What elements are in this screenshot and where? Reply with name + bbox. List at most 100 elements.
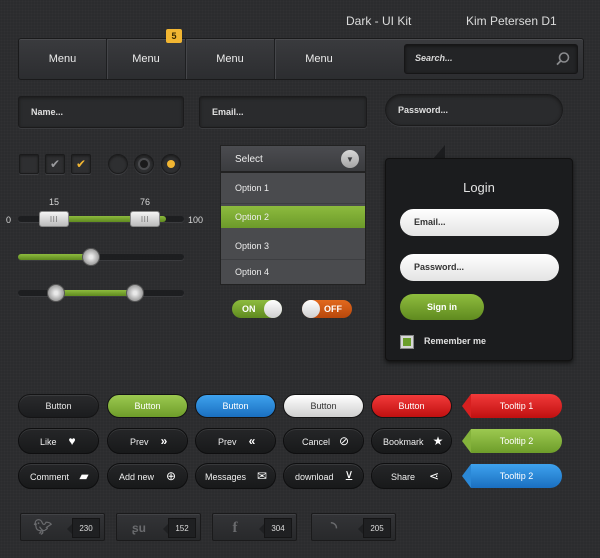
login-title: Login (463, 180, 495, 195)
download-label: download (295, 472, 334, 482)
nav-menu-label: Menu (48, 53, 77, 65)
select-option[interactable]: Option 3 (221, 235, 365, 257)
toggle-knob (302, 300, 320, 318)
dual-slider-knob-left[interactable] (47, 284, 65, 302)
radio-dot (140, 160, 148, 168)
stumbleupon-counter[interactable]: ʂu 152 (116, 513, 201, 541)
button-green[interactable]: Button (107, 394, 188, 418)
checkbox-empty[interactable] (19, 154, 39, 174)
comment-label: Comment (30, 472, 70, 482)
nav-menu-2[interactable]: Menu 5 (107, 29, 186, 79)
login-email-input[interactable] (414, 217, 544, 227)
option-divider (221, 203, 365, 204)
remember-label: Remember me (424, 336, 487, 346)
single-slider-knob[interactable] (82, 248, 100, 266)
nav-menu-3[interactable]: Menu (186, 39, 275, 79)
select-option[interactable]: Option 4 (221, 261, 365, 283)
download-icon: ⊻ (344, 469, 354, 483)
stumbleupon-count: 152 (163, 518, 196, 538)
login-password-input[interactable] (414, 262, 544, 272)
nav-menu-1[interactable]: Menu (19, 39, 107, 79)
email-field (199, 96, 367, 128)
bookmark-button[interactable]: Bookmark ★ (371, 428, 452, 454)
select-dropdown[interactable]: Select ▼ (220, 145, 366, 172)
like-button[interactable]: Like ♥ (18, 428, 99, 454)
sign-in-button[interactable]: Sign in (400, 294, 484, 320)
single-slider-track (18, 254, 184, 260)
select-label: Select (235, 154, 263, 165)
facebook-counter[interactable]: f 304 (212, 513, 297, 541)
button-blue[interactable]: Button (195, 394, 276, 418)
single-slider-fill (18, 254, 90, 260)
chevron-down-icon: ▼ (341, 150, 359, 168)
share-button[interactable]: Share ⋖ (371, 463, 452, 489)
kit-title: Dark - UI Kit (346, 14, 412, 28)
slider-high-value: 76 (140, 197, 151, 207)
name-field (18, 96, 184, 128)
nav-menu-4[interactable]: Menu (275, 39, 363, 79)
password-input[interactable] (398, 105, 538, 115)
range-handle-low[interactable]: III (39, 211, 69, 227)
toggle-off[interactable]: OFF (302, 300, 352, 318)
remember-checkbox[interactable] (400, 335, 414, 349)
tooltip-red: Tooltip 1 (462, 394, 562, 418)
rss-icon: ◝ (331, 519, 337, 536)
bookmark-label: Bookmark (383, 437, 424, 447)
select-option[interactable]: Option 1 (221, 177, 365, 199)
dual-slider-fill (56, 290, 136, 296)
add-new-label: Add new (119, 472, 155, 482)
radio-selected-yellow[interactable] (161, 154, 181, 174)
name-input[interactable] (31, 107, 171, 117)
cancel-button[interactable]: Cancel ⊘ (283, 428, 364, 454)
dual-slider-knob-right[interactable] (126, 284, 144, 302)
email-input[interactable] (212, 107, 352, 117)
messages-label: Messages (205, 472, 247, 482)
check-icon: ✔ (75, 157, 87, 171)
search-input[interactable] (415, 53, 545, 63)
select-option-active[interactable]: Option 2 (221, 206, 365, 228)
rss-count: 205 (358, 518, 391, 538)
share-icon: ⋖ (428, 469, 440, 483)
star-icon: ★ (432, 434, 444, 448)
toggle-on-label: ON (242, 304, 256, 314)
remember-check-mark (403, 338, 411, 346)
button-red[interactable]: Button (371, 394, 452, 418)
login-password-field (400, 254, 559, 281)
comment-icon: ▰ (79, 469, 89, 483)
messages-button[interactable]: Messages ✉ (195, 463, 276, 489)
radio-empty[interactable] (108, 154, 128, 174)
facebook-icon: f (232, 520, 238, 536)
toggle-knob (264, 300, 282, 318)
like-label: Like (40, 437, 57, 447)
heart-icon: ♥ (68, 434, 76, 448)
slider-max-label: 100 (188, 215, 204, 225)
rss-counter[interactable]: ◝ 205 (311, 513, 396, 541)
checkbox-checked-grey[interactable]: ✔ (45, 154, 65, 174)
prev-back-button[interactable]: Prev « (195, 428, 276, 454)
add-new-button[interactable]: Add new ⊕ (107, 463, 188, 489)
search-box (404, 44, 578, 74)
double-chevron-left-icon: « (248, 434, 256, 448)
search-icon[interactable] (555, 51, 571, 67)
toggle-on[interactable]: ON (232, 300, 282, 318)
download-button[interactable]: download ⊻ (283, 463, 364, 489)
password-field (385, 94, 563, 126)
comment-button[interactable]: Comment ▰ (18, 463, 99, 489)
button-white[interactable]: Button (283, 394, 364, 418)
radio-selected-grey[interactable] (134, 154, 154, 174)
range-handle-high[interactable]: III (130, 211, 160, 227)
check-icon: ✔ (49, 157, 61, 171)
slider-min-label: 0 (6, 215, 12, 225)
twitter-counter[interactable]: 🐦︎ 230 (20, 513, 105, 541)
facebook-count: 304 (259, 518, 292, 538)
author-name: Kim Petersen D1 (466, 14, 557, 28)
button-dark[interactable]: Button (18, 394, 99, 418)
notification-badge: 5 (166, 29, 182, 43)
checkbox-checked-yellow[interactable]: ✔ (71, 154, 91, 174)
prev-button[interactable]: Prev » (107, 428, 188, 454)
prev-label: Prev (218, 437, 237, 447)
prev-label: Prev (130, 437, 149, 447)
tooltip-green: Tooltip 2 (462, 429, 562, 453)
radio-dot (167, 160, 175, 168)
envelope-icon: ✉ (256, 469, 268, 483)
